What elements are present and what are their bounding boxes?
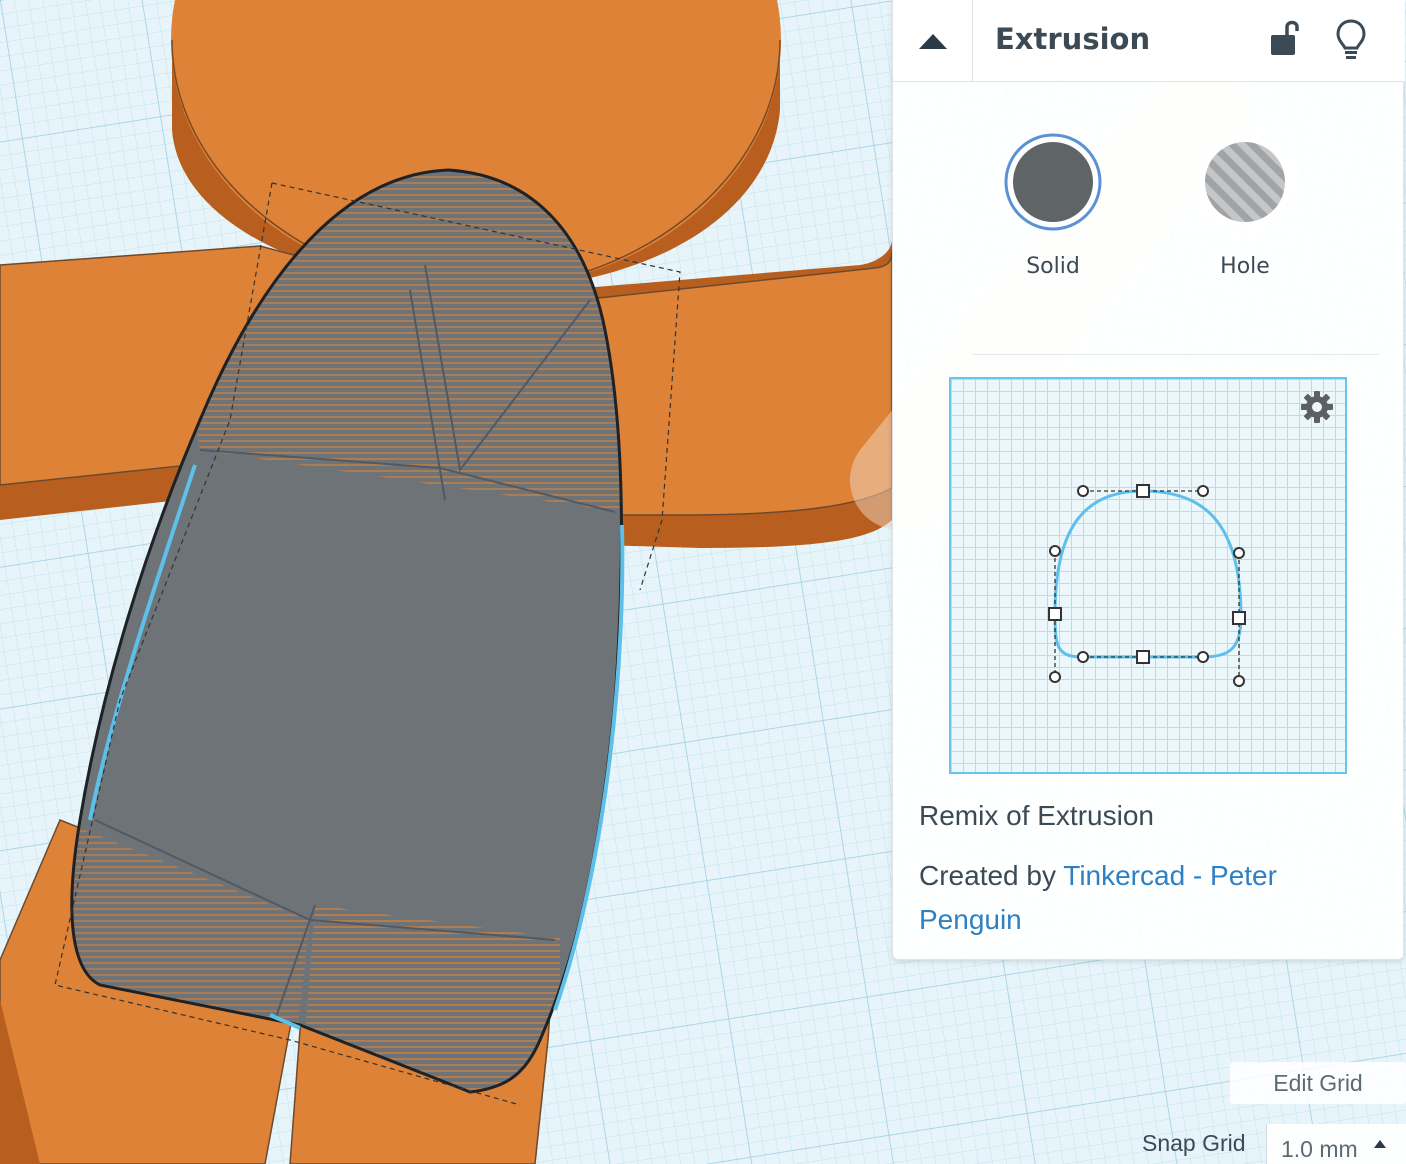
hint-lightbulb-button[interactable] xyxy=(1335,18,1367,66)
caret-up-icon xyxy=(1374,1140,1386,1148)
chevron-up-icon xyxy=(918,33,947,49)
hole-swatch-icon xyxy=(1198,135,1292,229)
shape-inspector-panel: Extrusion Solid Hole Remix of Extrusion … xyxy=(892,0,1405,960)
snap-grid-value: 1.0 mm xyxy=(1281,1136,1358,1162)
snap-grid-select[interactable]: 1.0 mm xyxy=(1266,1124,1406,1164)
hole-mode-option[interactable]: Hole xyxy=(1195,132,1295,279)
unlock-icon xyxy=(1271,20,1299,55)
created-by-text: Created by Tinkercad - Peter Penguin xyxy=(919,854,1379,942)
lock-toggle-button[interactable] xyxy=(1267,18,1301,62)
lightbulb-icon xyxy=(1336,19,1366,59)
solid-label: Solid xyxy=(1026,254,1080,279)
hole-label: Hole xyxy=(1220,254,1270,279)
divider xyxy=(973,354,1379,355)
edit-grid-button[interactable]: Edit Grid xyxy=(1230,1062,1406,1104)
solid-swatch-icon xyxy=(1004,133,1102,231)
panel-title: Extrusion xyxy=(995,22,1151,56)
collapse-panel-button[interactable] xyxy=(893,0,973,81)
extrusion-profile-editor[interactable] xyxy=(949,377,1347,774)
panel-header: Extrusion xyxy=(893,0,1405,82)
solid-mode-option[interactable]: Solid xyxy=(1003,132,1103,279)
profile-curve[interactable] xyxy=(951,379,1345,772)
created-by-prefix: Created by xyxy=(919,860,1064,891)
remix-text: Remix of Extrusion xyxy=(919,800,1154,831)
snap-grid-label: Snap Grid xyxy=(1142,1130,1246,1156)
